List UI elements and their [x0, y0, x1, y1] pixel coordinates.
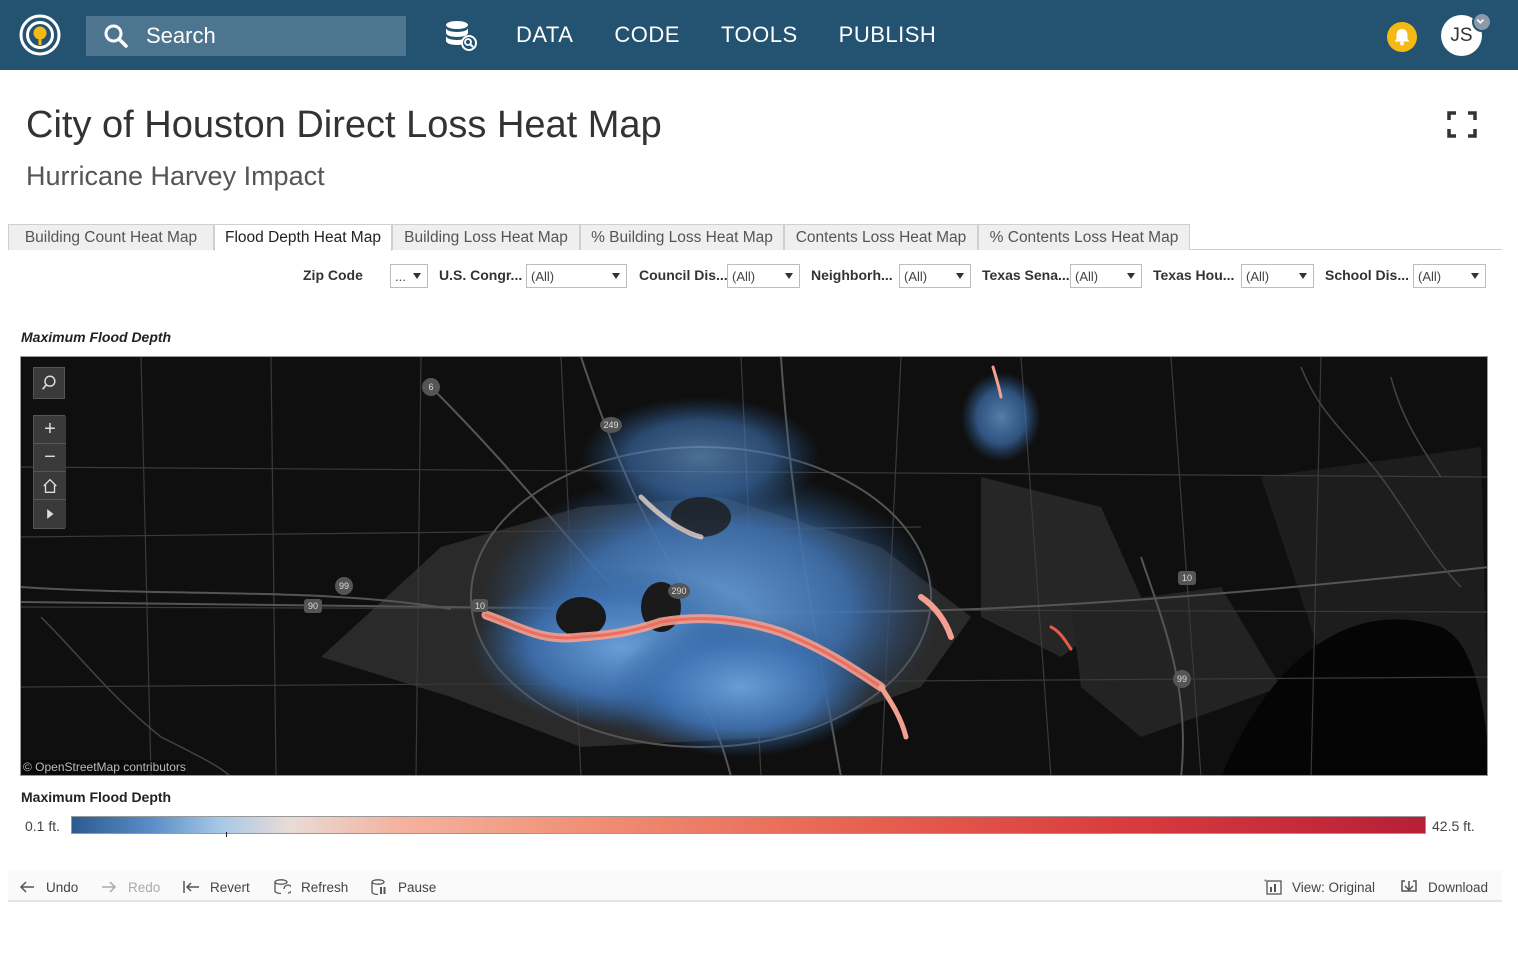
road-shield-label: 90	[308, 601, 318, 611]
filter-value-council: (All)	[732, 269, 756, 284]
zoom-in-icon[interactable]: +	[34, 416, 66, 444]
filter-label-zip: Zip Code	[303, 267, 363, 283]
search-bar[interactable]	[86, 16, 406, 56]
road-shield-label: 10	[475, 601, 485, 611]
download-button[interactable]: Download	[1400, 878, 1488, 896]
caret-down-icon	[413, 273, 421, 279]
filter-label-neighborhood: Neighborh...	[811, 267, 893, 283]
tab-contents-loss[interactable]: Contents Loss Heat Map	[784, 224, 978, 250]
revert-label: Revert	[210, 879, 250, 895]
home-icon[interactable]	[34, 472, 66, 500]
filter-label-council: Council Dis...	[639, 267, 728, 283]
zoom-controls: + −	[33, 415, 66, 529]
map-title: Maximum Flood Depth	[21, 329, 172, 345]
map-search-icon[interactable]	[33, 367, 65, 399]
legend-tick	[226, 832, 227, 837]
redo-button[interactable]: Redo	[100, 878, 160, 896]
filter-label-congress: U.S. Congr...	[439, 267, 523, 283]
road-shield-label: 6	[428, 382, 433, 392]
legend-max-label: 42.5 ft.	[1432, 818, 1475, 834]
bottom-toolbar: Undo Redo Revert Refresh Pause * View: O…	[8, 870, 1502, 902]
nav-tools[interactable]: TOOLS	[721, 22, 798, 48]
download-label: Download	[1428, 879, 1489, 895]
filter-select-council[interactable]: (All)	[727, 264, 800, 288]
top-navbar: DATA CODE TOOLS PUBLISH JS	[0, 0, 1518, 70]
road-shield-label: 99	[339, 581, 349, 591]
revert-icon	[183, 881, 199, 893]
tab-pct-contents-loss[interactable]: % Contents Loss Heat Map	[978, 224, 1190, 250]
view-original-button[interactable]: * View: Original	[1264, 878, 1375, 896]
pause-label: Pause	[398, 879, 437, 895]
tab-pct-building-loss[interactable]: % Building Loss Heat Map	[580, 224, 784, 250]
pause-button[interactable]: Pause	[370, 878, 436, 896]
undo-button[interactable]: Undo	[18, 878, 78, 896]
filter-value-texas-house: (All)	[1246, 269, 1270, 284]
map-base-layer: 6 249 99 90 10 290 10 99	[21, 357, 1487, 775]
filter-select-school-district[interactable]: (All)	[1413, 264, 1486, 288]
refresh-icon	[274, 879, 291, 895]
filter-value-texas-senate: (All)	[1075, 269, 1099, 284]
fullscreen-icon[interactable]	[1447, 111, 1477, 138]
nav-code[interactable]: CODE	[614, 22, 680, 48]
filter-label-texas-house: Texas Hou...	[1153, 267, 1235, 283]
caret-down-icon	[612, 273, 620, 279]
caret-down-icon	[1127, 273, 1135, 279]
filter-bar: Zip Code ... U.S. Congr... (All) Council…	[0, 264, 1518, 290]
map-controls: + −	[33, 367, 66, 529]
filter-select-texas-senate[interactable]: (All)	[1070, 264, 1142, 288]
caret-down-icon	[1471, 273, 1479, 279]
filter-value-zip: ...	[395, 269, 406, 284]
view-icon: *	[1264, 879, 1282, 895]
caret-down-icon	[956, 273, 964, 279]
refresh-button[interactable]: Refresh	[273, 878, 348, 896]
arrow-right-icon	[102, 881, 117, 893]
filter-select-zip[interactable]: ...	[390, 264, 428, 288]
filter-select-texas-house[interactable]: (All)	[1241, 264, 1314, 288]
road-shield-label: 99	[1177, 674, 1187, 684]
nav-data[interactable]: DATA	[516, 22, 573, 48]
search-input[interactable]	[146, 23, 386, 49]
chevron-down-icon[interactable]	[1472, 12, 1492, 32]
pause-icon	[371, 879, 386, 896]
database-search-icon[interactable]	[443, 19, 479, 53]
arrow-left-icon	[19, 881, 34, 893]
caret-down-icon	[1299, 273, 1307, 279]
caret-down-icon	[785, 273, 793, 279]
flood-depth-map[interactable]: 6 249 99 90 10 290 10 99 + − © OpenStree…	[20, 356, 1488, 776]
legend-title: Maximum Flood Depth	[21, 789, 172, 805]
road-shield-label: 10	[1182, 573, 1192, 583]
redo-label: Redo	[128, 879, 161, 895]
filter-label-school-district: School Dis...	[1325, 267, 1410, 283]
page-subtitle: Hurricane Harvey Impact	[26, 161, 325, 191]
legend-color-ramp	[71, 816, 1426, 834]
filter-select-neighborhood[interactable]: (All)	[899, 264, 971, 288]
page-title: City of Houston Direct Loss Heat Map	[26, 104, 662, 146]
nav-publish[interactable]: PUBLISH	[839, 22, 937, 48]
tab-flood-depth[interactable]: Flood Depth Heat Map	[214, 224, 392, 251]
svg-text:*: *	[1264, 879, 1267, 886]
view-label: View: Original	[1292, 879, 1376, 895]
legend-min-label: 0.1 ft.	[25, 818, 61, 834]
filter-select-congress[interactable]: (All)	[526, 264, 627, 288]
map-attribution[interactable]: © OpenStreetMap contributors	[23, 760, 186, 774]
logo-icon[interactable]	[19, 14, 61, 56]
filter-label-texas-senate: Texas Sena...	[982, 267, 1070, 283]
filter-value-congress: (All)	[531, 269, 555, 284]
download-icon	[1401, 880, 1417, 892]
tab-building-count[interactable]: Building Count Heat Map	[8, 224, 214, 250]
search-icon	[104, 24, 128, 48]
revert-button[interactable]: Revert	[182, 878, 250, 896]
road-shield-label: 290	[671, 586, 686, 596]
zoom-out-icon[interactable]: −	[34, 444, 66, 472]
notification-bell-icon[interactable]	[1387, 22, 1417, 52]
expand-toolbar-icon[interactable]	[34, 500, 66, 528]
view-tabs: Building Count Heat Map Flood Depth Heat…	[8, 224, 1502, 251]
filter-value-school-district: (All)	[1418, 269, 1442, 284]
undo-label: Undo	[46, 879, 79, 895]
main-nav: DATA CODE TOOLS PUBLISH	[516, 22, 977, 48]
filter-value-neighborhood: (All)	[904, 269, 928, 284]
tab-building-loss[interactable]: Building Loss Heat Map	[392, 224, 580, 250]
refresh-label: Refresh	[301, 879, 349, 895]
road-shield-label: 249	[603, 420, 618, 430]
